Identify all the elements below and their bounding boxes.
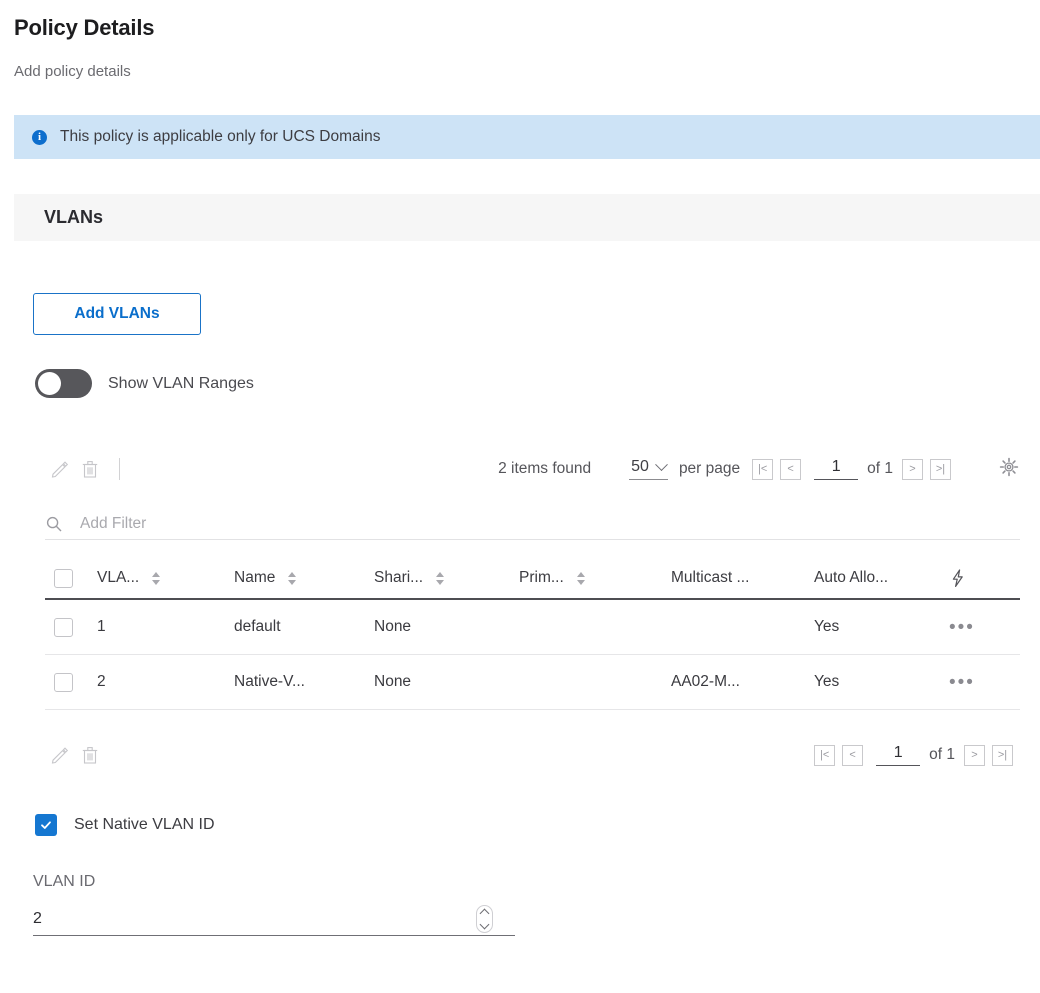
edit-button-bottom[interactable]: [45, 740, 75, 770]
first-page-button-bottom[interactable]: |<: [814, 744, 836, 766]
table-settings-button[interactable]: [998, 456, 1020, 483]
cell-name: Native-V...: [234, 673, 305, 690]
column-header-primary[interactable]: Prim...: [519, 569, 671, 587]
cell-sharing: None: [374, 673, 412, 690]
cell-sharing: None: [374, 618, 412, 635]
table-header-row: VLA... Name Shari... Prim... Multicast .…: [45, 558, 1020, 600]
column-header-actions: [949, 568, 1020, 588]
column-header-vlan-id[interactable]: VLA...: [97, 569, 234, 587]
row-actions-cell: •••: [949, 618, 1020, 637]
cell-name: default: [234, 618, 281, 635]
cell-multicast: AA02-M...: [671, 673, 740, 690]
vlan-id-input[interactable]: 2: [33, 910, 476, 928]
section-title: VLANs: [44, 207, 104, 227]
per-page-value: 50: [631, 458, 649, 475]
column-label: Shari...: [374, 569, 424, 586]
gear-icon: [999, 457, 1019, 476]
row-select-cell: [45, 617, 97, 637]
pagination-top: |< < 1 of 1 > >|: [752, 458, 958, 480]
sort-icon[interactable]: [436, 571, 445, 585]
column-label: Prim...: [519, 569, 564, 586]
column-header-multicast[interactable]: Multicast ...: [671, 569, 814, 587]
set-native-vlan-checkbox[interactable]: [35, 814, 57, 836]
sort-icon[interactable]: [288, 571, 297, 585]
cell-vlan-id: 2: [97, 673, 106, 690]
add-vlans-button[interactable]: Add VLANs: [33, 293, 201, 335]
items-found-label: 2 items found: [498, 460, 592, 477]
row-checkbox[interactable]: [54, 617, 73, 637]
filter-row[interactable]: Add Filter: [45, 508, 1020, 540]
row-select-cell: [45, 672, 97, 692]
last-page-button-bottom[interactable]: >|: [992, 744, 1013, 766]
per-page-select[interactable]: 50: [629, 457, 668, 480]
cell-auto-allow: Yes: [814, 673, 840, 690]
page-subtitle: Add policy details: [14, 63, 131, 80]
next-page-button-bottom[interactable]: >: [964, 744, 985, 766]
show-vlan-ranges-toggle[interactable]: [35, 369, 92, 398]
pencil-icon: [51, 461, 69, 478]
column-header-auto-allow[interactable]: Auto Allo...: [814, 569, 949, 587]
column-header-name[interactable]: Name: [234, 569, 374, 587]
select-all-cell: [45, 568, 97, 588]
chevron-up-icon[interactable]: [479, 908, 490, 918]
show-vlan-ranges-label: Show VLAN Ranges: [108, 374, 254, 392]
page-count-label: of 1: [867, 460, 893, 477]
vlans-section-header: VLANs: [14, 194, 1040, 241]
page-title: Policy Details: [14, 15, 155, 40]
column-label: VLA...: [97, 569, 140, 586]
table-row[interactable]: 2 Native-V... None AA02-M... Yes •••: [45, 655, 1020, 710]
last-page-button[interactable]: >|: [930, 458, 951, 480]
cell-auto-allow: Yes: [814, 618, 840, 635]
sort-icon[interactable]: [152, 571, 161, 585]
pencil-icon: [51, 747, 69, 764]
info-banner-text: This policy is applicable only for UCS D…: [60, 128, 381, 145]
check-icon: [41, 821, 51, 829]
page-number-input-bottom[interactable]: 1: [876, 744, 921, 766]
set-native-vlan-row: Set Native VLAN ID: [35, 814, 215, 836]
info-banner: i This policy is applicable only for UCS…: [14, 115, 1040, 159]
toggle-knob: [38, 372, 61, 395]
toolbar-divider: [119, 458, 120, 480]
column-label: Auto Allo...: [814, 569, 889, 586]
chevron-down-icon[interactable]: [479, 919, 490, 929]
page-number-input[interactable]: 1: [814, 458, 859, 480]
vlan-id-label: VLAN ID: [33, 873, 96, 890]
sort-icon[interactable]: [576, 571, 585, 585]
edit-button[interactable]: [45, 454, 75, 484]
column-label: Multicast ...: [671, 569, 750, 586]
row-menu-button[interactable]: •••: [949, 618, 975, 637]
trash-icon: [82, 747, 98, 764]
vlans-table: VLA... Name Shari... Prim... Multicast .…: [45, 558, 1020, 710]
pagination-bottom: |< < 1 of 1 > >|: [814, 744, 1020, 766]
select-all-checkbox[interactable]: [54, 568, 73, 588]
row-menu-button[interactable]: •••: [949, 673, 975, 692]
row-checkbox[interactable]: [54, 672, 73, 692]
set-native-vlan-label: Set Native VLAN ID: [74, 816, 215, 833]
show-vlan-ranges-row: Show VLAN Ranges: [35, 369, 254, 398]
filter-input[interactable]: Add Filter: [80, 515, 1020, 533]
lightning-bolt-icon: [952, 569, 963, 587]
first-page-button[interactable]: |<: [752, 458, 774, 480]
prev-page-button[interactable]: <: [780, 458, 802, 480]
vlan-id-field[interactable]: 2: [33, 902, 515, 936]
chevron-down-icon: [655, 457, 668, 471]
row-actions-cell: •••: [949, 673, 1020, 692]
delete-button-bottom[interactable]: [75, 740, 105, 770]
delete-button[interactable]: [75, 454, 105, 484]
table-bottom-toolbar: |< < 1 of 1 > >|: [45, 732, 1020, 778]
table-toolbar: 2 items found 50 per page |< < 1 of 1 > …: [45, 450, 1020, 488]
column-label: Name: [234, 569, 276, 586]
info-icon: i: [32, 129, 47, 145]
vlan-id-stepper[interactable]: [476, 904, 493, 933]
next-page-button[interactable]: >: [902, 458, 923, 480]
policy-details-page: Policy Details Add policy details i This…: [0, 0, 1040, 993]
table-row[interactable]: 1 default None Yes •••: [45, 600, 1020, 655]
prev-page-button-bottom[interactable]: <: [842, 744, 864, 766]
column-header-sharing[interactable]: Shari...: [374, 569, 519, 587]
search-icon: [46, 516, 62, 531]
trash-icon: [82, 461, 98, 478]
page-count-label-bottom: of 1: [929, 746, 955, 763]
cell-vlan-id: 1: [97, 618, 106, 635]
per-page-label: per page: [678, 460, 741, 477]
